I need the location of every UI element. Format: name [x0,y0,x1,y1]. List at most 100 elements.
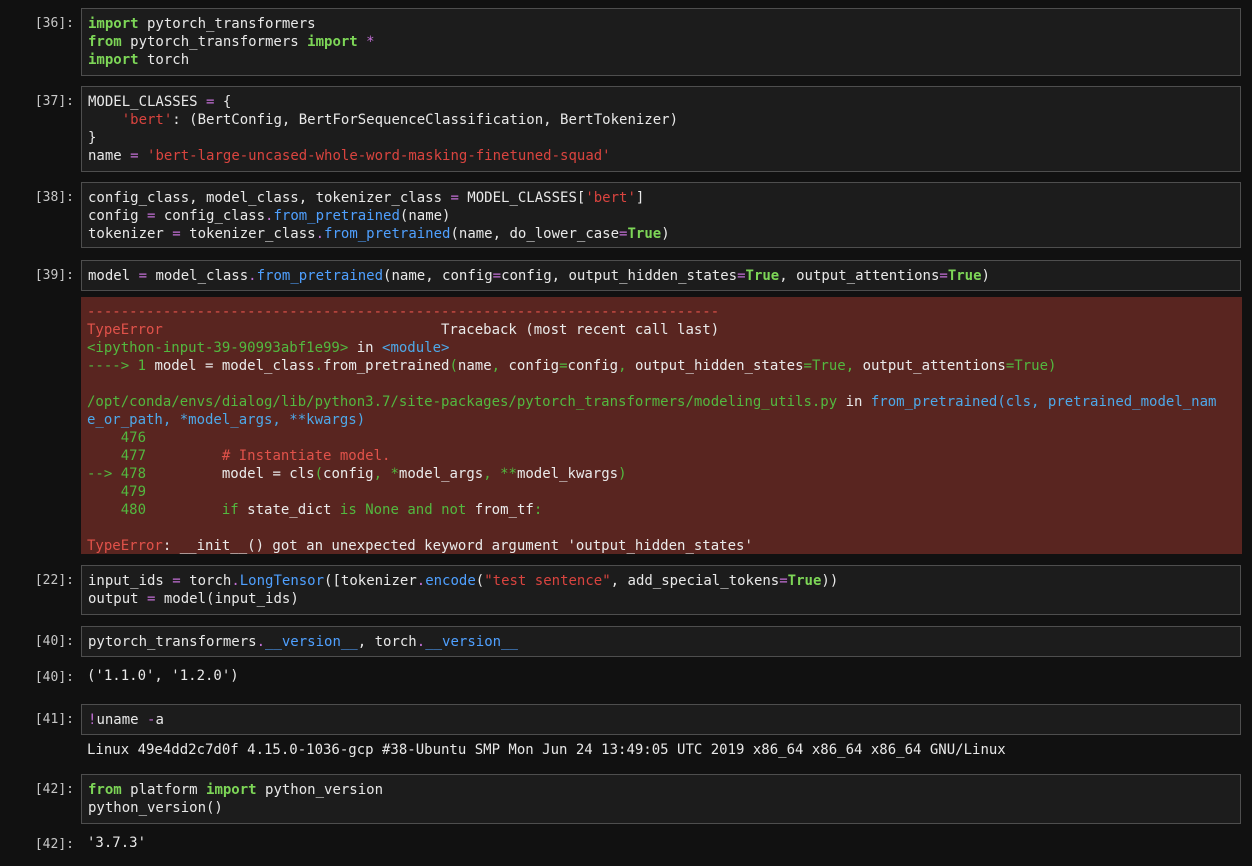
code-token: ) [618,466,627,482]
code-line: pytorch_transformers.__version__, torch.… [88,633,1234,651]
code-line: } [88,129,1234,147]
code-token: input_ids [88,573,173,589]
code-token: = [172,573,181,589]
traceback-line: 479 [87,483,1236,501]
code-line: MODEL_CLASSES = { [88,93,1234,111]
code-token: output_attentions [854,358,1006,374]
code-token: 476 [87,430,147,446]
code-cell-40[interactable]: pytorch_transformers.__version__, torch.… [81,626,1241,657]
code-cell-39[interactable]: model = model_class.from_pretrained(name… [81,260,1241,291]
cell-prompt-38: [38]: [34,190,74,205]
code-line: 'bert': (BertConfig, BertForSequenceClas… [88,111,1234,129]
code-token: from_pretrained [323,358,450,374]
code-token: import [307,34,358,50]
code-token: = [779,573,788,589]
code-token: . [231,573,240,589]
code-token: torch [138,52,190,68]
cell-prompt-22: [22]: [34,573,74,588]
code-token: (cls, pretrained_model_nam [997,394,1217,410]
traceback-line: TypeError: __init__() got an unexpected … [87,537,1236,555]
code-token: from_tf [466,502,534,518]
code-token: ] [635,190,645,206]
code-line: config = config_class.from_pretrained(na… [88,207,1234,225]
code-token: config_class [155,208,266,224]
code-cell-22[interactable]: input_ids = torch.LongTensor([tokenizer.… [81,565,1241,615]
code-token: output [88,591,148,607]
code-token: and [407,502,433,518]
code-token: MODEL_CLASSES[ [458,190,586,206]
code-token: pytorch_transformers [121,34,308,50]
code-token: True [787,573,822,589]
code-token: TypeError [87,538,163,554]
code-line: !uname -a [88,711,1234,729]
code-token: ** [500,466,517,482]
code-token: ([tokenizer [324,573,417,589]
code-token: 'bert-large-uncased-whole-word-masking-f… [147,148,611,164]
code-token: model = cls [146,466,315,482]
traceback-line: --> 478 model = cls(config, *model_args,… [87,465,1236,483]
code-token: = [492,268,502,284]
code-token: = [559,358,568,374]
code-token: e_or_path, *model_args, **kwargs) [87,412,366,428]
code-token: config [88,208,148,224]
output-text-40: ('1.1.0', '1.2.0') [87,668,239,684]
code-token: name [457,358,492,374]
traceback-line: ----> 1 model = model_class.from_pretrai… [87,357,1236,375]
code-token: import [88,16,139,32]
code-token: 'bert' [585,190,636,206]
code-token: from [88,34,122,50]
code-cell-38[interactable]: config_class, model_class, tokenizer_cla… [81,182,1241,248]
code-token: --> 478 [87,466,147,482]
code-token: ) [1048,358,1057,374]
code-token: : [533,502,543,518]
traceback-line [87,519,1236,537]
traceback-line: 476 [87,429,1236,447]
code-line: config_class, model_class, tokenizer_cla… [88,189,1234,207]
code-token: , [373,466,383,482]
cell-prompt-37: [37]: [34,94,74,109]
cell-prompt-41: [41]: [34,712,74,727]
code-cell-41[interactable]: !uname -a [81,704,1241,735]
code-token: (name) [399,208,451,224]
code-token: (name, do_lower_case [450,226,620,242]
code-token: from_pretrained [273,208,400,224]
code-token: <ipython-input-39-90993abf1e99> [87,340,349,356]
code-token: True [1014,358,1049,374]
code-token: import [206,782,257,798]
code-cell-37[interactable]: MODEL_CLASSES = { 'bert': (BertConfig, B… [81,86,1241,172]
code-token: } [88,130,97,146]
code-token: config [500,358,560,374]
code-token: . [314,358,324,374]
code-token: /opt/conda/envs/dialog/lib/python3.7/sit… [87,394,838,410]
code-token: model [88,268,139,284]
code-line: from platform import python_version [88,781,1234,799]
code-token: , [845,358,855,374]
traceback-line: TypeError Traceback (most recent call la… [87,321,1236,339]
code-line: name = 'bert-large-uncased-whole-word-ma… [88,147,1234,165]
code-token: None [365,502,399,518]
code-token: = [939,268,948,284]
code-token: ( [449,358,458,374]
code-token: uname [96,712,148,728]
code-token: = [803,358,812,374]
code-token: True [811,358,846,374]
code-token: . [256,634,266,650]
code-token: ( [475,573,485,589]
code-token: <module> [382,340,450,356]
code-token: . [416,573,426,589]
code-token: = [138,268,148,284]
code-token: { [214,94,232,110]
code-token: output_hidden_states [626,358,804,374]
code-token: is [339,502,357,518]
cell-prompt-42: [42]: [34,782,74,797]
code-token: . [248,268,257,284]
code-cell-36[interactable]: import pytorch_transformers from pytorch_… [81,8,1241,76]
code-cell-42[interactable]: from platform import python_version pytho… [81,774,1241,824]
code-token: tokenizer [88,226,173,242]
code-token: * [390,466,399,482]
code-token: : __init__() got an unexpected keyword a… [162,538,753,554]
code-token: = [130,148,139,164]
